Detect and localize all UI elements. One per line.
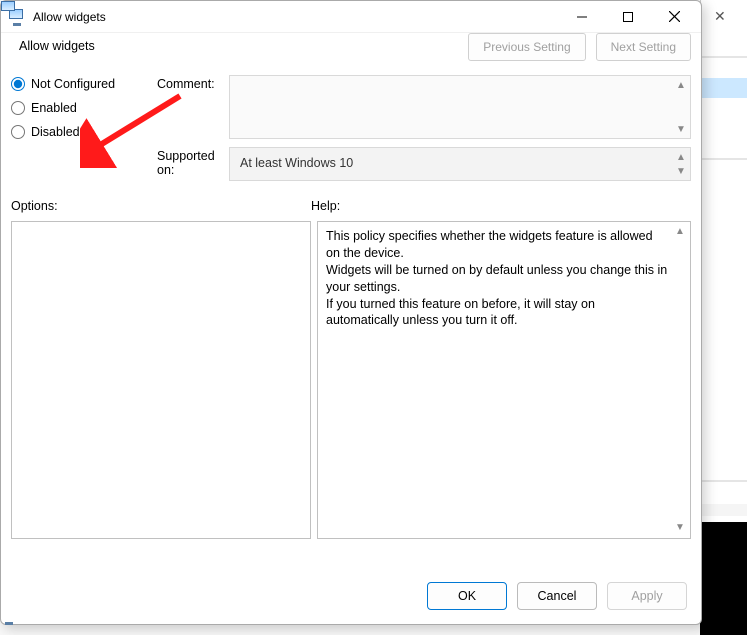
options-header: Options: [11,199,311,213]
options-panel [11,221,311,539]
radio-disabled-label: Disabled [31,125,80,139]
apply-button[interactable]: Apply [607,582,687,610]
ok-button[interactable]: OK [427,582,507,610]
maximize-button[interactable] [605,1,651,32]
scroll-down-icon[interactable]: ▼ [673,521,687,535]
close-button[interactable] [651,1,697,32]
radio-disabled-input[interactable] [11,125,25,139]
help-content: This policy specifies whether the widget… [326,229,667,327]
window-title: Allow widgets [33,10,106,24]
comment-textarea[interactable]: ▲ ▼ [229,75,691,139]
background-panel [700,522,747,635]
radio-enabled-input[interactable] [11,101,25,115]
background-selection-highlight [700,78,747,98]
background-separator [700,56,747,58]
scroll-down-icon[interactable]: ▼ [674,122,688,136]
radio-enabled[interactable]: Enabled [11,101,153,115]
radio-not-configured-label: Not Configured [31,77,115,91]
supported-on-value: At least Windows 10 [230,148,690,178]
help-header: Help: [311,199,691,213]
previous-setting-button[interactable]: Previous Setting [468,33,585,61]
state-radio-group: Not Configured Enabled Disabled [11,75,153,139]
background-separator [700,480,747,482]
background-separator [700,504,747,516]
comment-label: Comment: [157,75,225,139]
radio-not-configured[interactable]: Not Configured [11,77,153,91]
supported-on-label: Supported on: [157,147,225,181]
scroll-up-icon[interactable]: ▲ [673,225,687,239]
titlebar[interactable]: Allow widgets [1,1,701,33]
cancel-button[interactable]: Cancel [517,582,597,610]
background-separator [700,158,747,160]
minimize-button[interactable] [559,1,605,32]
scroll-up-icon[interactable]: ▲ [674,150,688,164]
background-close-icon: ✕ [714,8,726,25]
radio-disabled[interactable]: Disabled [11,125,153,139]
scroll-up-icon[interactable]: ▲ [674,78,688,92]
radio-enabled-label: Enabled [31,101,77,115]
policy-dialog: Allow widgets Allow widgets Previous Set… [0,0,702,625]
next-setting-button[interactable]: Next Setting [596,33,691,61]
help-panel: This policy specifies whether the widget… [317,221,691,539]
scroll-down-icon[interactable]: ▼ [674,164,688,178]
supported-on-field: At least Windows 10 ▲ ▼ [229,147,691,181]
radio-not-configured-input[interactable] [11,77,25,91]
